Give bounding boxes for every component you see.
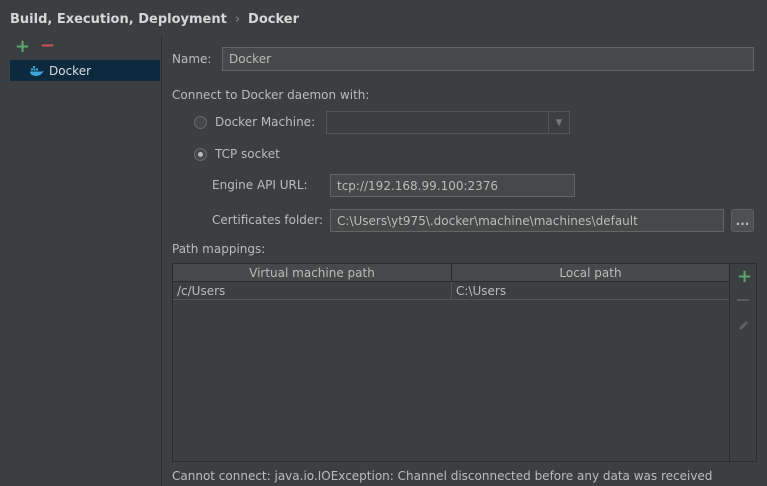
docker-machine-select[interactable]: ▼ (326, 111, 570, 134)
certs-field[interactable]: C:\Users\yt975\.docker\machine\machines\… (330, 209, 724, 232)
status-message: Cannot connect: java.io.IOException: Cha… (172, 469, 713, 483)
connect-heading: Connect to Docker daemon with: (172, 88, 370, 102)
table-cell-local-path[interactable]: C:\Users (452, 282, 729, 300)
breadcrumb-parent[interactable]: Build, Execution, Deployment (10, 12, 227, 27)
docker-machine-radio[interactable] (194, 116, 207, 129)
docker-icon (30, 65, 44, 76)
engine-api-field[interactable]: tcp://192.168.99.100:2376 (330, 174, 575, 197)
tcp-socket-label: TCP socket (215, 147, 280, 161)
sidebar-item-label: Docker (49, 63, 92, 78)
sidebar-item-docker[interactable]: Docker (10, 60, 160, 81)
remove-icon[interactable]: − (40, 37, 55, 55)
docker-machine-label: Docker Machine: (215, 115, 316, 129)
name-label: Name: (172, 52, 212, 66)
browse-button[interactable]: ... (731, 209, 754, 232)
breadcrumb-current: Docker (248, 12, 299, 27)
add-mapping-icon[interactable]: + (737, 268, 752, 286)
column-header-local-path[interactable]: Local path (452, 264, 729, 282)
certs-label: Certificates folder: (212, 213, 324, 227)
table-cell-vm-path[interactable]: /c/Users (173, 282, 452, 300)
breadcrumb-separator-icon: › (234, 12, 241, 27)
remove-mapping-icon[interactable] (737, 299, 749, 301)
add-icon[interactable]: + (15, 38, 30, 56)
engine-api-label: Engine API URL: (212, 178, 308, 192)
sidebar (0, 36, 162, 486)
tcp-socket-radio[interactable] (194, 148, 207, 161)
breadcrumb: Build, Execution, Deployment › Docker (10, 12, 299, 27)
path-mappings-label: Path mappings: (172, 242, 266, 256)
edit-icon[interactable] (737, 319, 750, 332)
column-header-vm-path[interactable]: Virtual machine path (173, 264, 452, 282)
chevron-down-icon: ▼ (548, 112, 569, 133)
name-field[interactable]: Docker (222, 47, 754, 71)
path-mappings-table: Virtual machine path Local path /c/Users… (172, 263, 730, 462)
path-mappings-toolbar (730, 263, 757, 462)
